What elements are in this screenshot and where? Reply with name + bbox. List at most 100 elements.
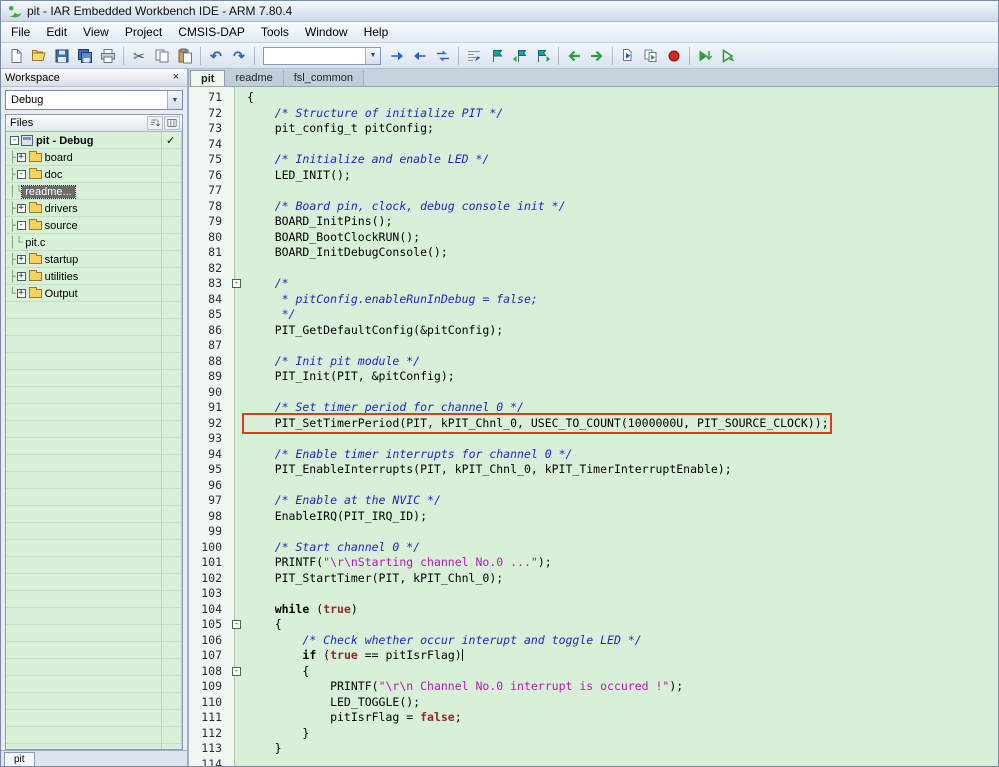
code-text[interactable] [245, 261, 247, 277]
tree-item-pit-debug[interactable]: - pit - Debug ✓ [6, 132, 182, 149]
code-text[interactable]: BOARD_InitPins(); [245, 214, 393, 230]
tree-item-startup[interactable]: ├ + startup [6, 251, 182, 268]
expand-icon[interactable]: + [16, 272, 26, 281]
configuration-dropdown[interactable]: Debug ▼ [5, 90, 183, 110]
code-text[interactable]: /* Enable timer interrupts for channel 0… [245, 447, 573, 463]
make-button[interactable] [640, 45, 662, 67]
find-next-button[interactable] [386, 45, 408, 67]
collapse-icon[interactable]: - [16, 170, 26, 179]
code-text[interactable]: { [245, 617, 282, 633]
tree-item-label[interactable]: board [42, 152, 76, 164]
tree-item-label[interactable]: utilities [42, 271, 82, 283]
chevron-down-icon[interactable]: ▼ [365, 47, 380, 64]
menu-edit[interactable]: Edit [38, 22, 75, 42]
editor-tab-fsl_common[interactable]: fsl_common [283, 70, 365, 86]
code-text[interactable]: PIT_StartTimer(PIT, kPIT_Chnl_0); [245, 571, 504, 587]
debug-without-downloading-button[interactable] [717, 45, 739, 67]
code-text[interactable] [245, 338, 247, 354]
tree-item-label[interactable]: drivers [42, 203, 81, 215]
expand-icon[interactable]: + [16, 255, 26, 264]
tree-item-label[interactable]: pit.c [22, 237, 48, 249]
tree-item-label[interactable]: source [42, 220, 81, 232]
tree-item-drivers[interactable]: ├ + drivers [6, 200, 182, 217]
code-text[interactable]: * pitConfig.enableRunInDebug = false; [245, 292, 538, 308]
code-text[interactable]: PIT_EnableInterrupts(PIT, kPIT_Chnl_0, k… [245, 462, 732, 478]
code-text[interactable]: LED_TOGGLE(); [245, 695, 420, 711]
code-text[interactable]: LED_INIT(); [245, 168, 351, 184]
save-all-button[interactable] [74, 45, 96, 67]
workspace-tab-pit[interactable]: pit [4, 752, 35, 766]
replace-button[interactable] [432, 45, 454, 67]
code-text[interactable]: /* Start channel 0 */ [245, 540, 420, 556]
code-text[interactable]: */ [245, 307, 296, 323]
code-text[interactable]: PRINTF("\r\n Channel No.0 interrupt is o… [245, 679, 683, 695]
collapse-icon[interactable]: - [16, 221, 26, 230]
menu-file[interactable]: File [3, 22, 38, 42]
code-text[interactable]: /* Check whether occur interupt and togg… [245, 633, 641, 649]
next-bookmark-button[interactable] [532, 45, 554, 67]
code-text[interactable]: /* Set timer period for channel 0 */ [245, 400, 524, 416]
cut-button[interactable]: ✂ [128, 45, 150, 67]
code-text[interactable]: /* Init pit module */ [245, 354, 420, 370]
redo-button[interactable]: ↷ [228, 45, 250, 67]
expand-icon[interactable]: + [16, 153, 26, 162]
code-text[interactable]: PRINTF("\r\nStarting channel No.0 ..."); [245, 555, 552, 571]
tree-item-label[interactable]: readme... [21, 184, 76, 199]
tree-item-label[interactable]: startup [42, 254, 82, 266]
menu-cmsis-dap[interactable]: CMSIS-DAP [170, 22, 253, 42]
goto-button[interactable] [463, 45, 485, 67]
code-text[interactable] [245, 524, 247, 540]
tree-item-board[interactable]: ├ + board [6, 149, 182, 166]
code-text[interactable]: { [245, 664, 309, 680]
code-text[interactable]: pit_config_t pitConfig; [245, 121, 434, 137]
files-columns-icon[interactable] [164, 116, 180, 130]
code-text[interactable]: PIT_GetDefaultConfig(&pitConfig); [245, 323, 504, 339]
toggle-breakpoint-button[interactable] [663, 45, 685, 67]
find-combo[interactable]: ▼ [263, 46, 381, 65]
expand-icon[interactable]: + [16, 204, 26, 213]
files-sort-icon[interactable] [147, 116, 163, 130]
editor-tab-readme[interactable]: readme [225, 70, 284, 86]
code-text-highlighted[interactable]: PIT_SetTimerPeriod(PIT, kPIT_Chnl_0, USE… [242, 412, 832, 434]
menu-window[interactable]: Window [297, 22, 356, 42]
navigate-forward-button[interactable] [586, 45, 608, 67]
menu-project[interactable]: Project [117, 22, 170, 42]
code-text[interactable]: if (true == pitIsrFlag) [245, 648, 463, 664]
find-combo-value[interactable] [264, 48, 365, 64]
code-text[interactable]: { [245, 90, 254, 106]
navigate-backward-button[interactable] [563, 45, 585, 67]
tree-item-label[interactable]: Output [42, 288, 81, 300]
title-bar[interactable]: pit - IAR Embedded Workbench IDE - ARM 7… [1, 1, 998, 22]
code-text[interactable]: while (true) [245, 602, 358, 618]
code-text[interactable]: /* Board pin, clock, debug console init … [245, 199, 566, 215]
editor-tab-pit[interactable]: pit [190, 70, 226, 86]
expand-icon[interactable]: + [16, 289, 26, 298]
tree-item-readme[interactable]: │└ readme... [6, 183, 182, 200]
code-text[interactable]: BOARD_BootClockRUN(); [245, 230, 420, 246]
compile-button[interactable] [617, 45, 639, 67]
tree-item-output[interactable]: └ + Output [6, 285, 182, 302]
code-text[interactable]: /* [245, 276, 289, 292]
code-text[interactable] [245, 478, 247, 494]
print-button[interactable] [97, 45, 119, 67]
menu-view[interactable]: View [75, 22, 117, 42]
previous-bookmark-button[interactable] [509, 45, 531, 67]
code-text[interactable]: PIT_Init(PIT, &pitConfig); [245, 369, 455, 385]
code-text[interactable] [245, 431, 247, 447]
code-text[interactable] [245, 757, 247, 767]
code-text[interactable]: BOARD_InitDebugConsole(); [245, 245, 448, 261]
code-text[interactable]: /* Enable at the NVIC */ [245, 493, 441, 509]
undo-button[interactable]: ↶ [205, 45, 227, 67]
menu-tools[interactable]: Tools [253, 22, 297, 42]
paste-button[interactable] [174, 45, 196, 67]
find-previous-button[interactable] [409, 45, 431, 67]
code-text[interactable]: /* Structure of initialize PIT */ [245, 106, 503, 122]
code-text[interactable]: pitIsrFlag = false; [245, 710, 462, 726]
open-file-button[interactable] [28, 45, 50, 67]
collapse-icon[interactable]: - [10, 136, 19, 145]
tree-item-doc[interactable]: ├ - doc [6, 166, 182, 183]
code-text[interactable] [245, 183, 247, 199]
fold-collapse-icon[interactable]: - [232, 279, 241, 288]
save-button[interactable] [51, 45, 73, 67]
code-text[interactable]: EnableIRQ(PIT_IRQ_ID); [245, 509, 427, 525]
